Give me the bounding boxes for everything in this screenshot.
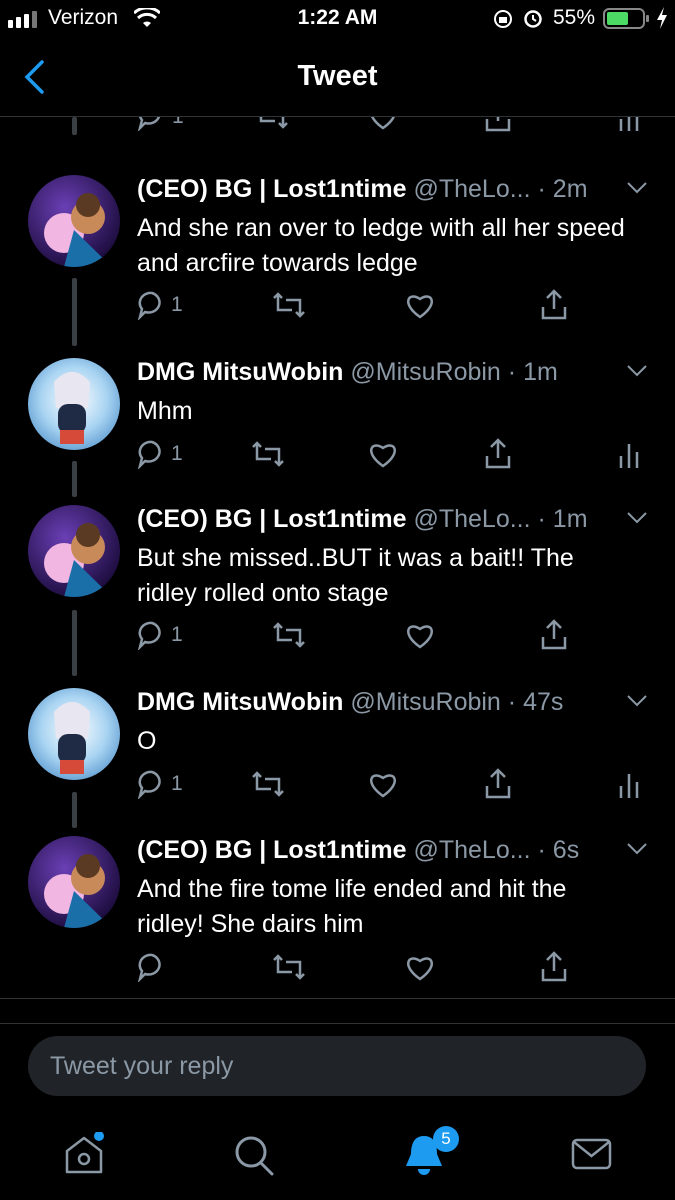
- avatar[interactable]: [28, 358, 120, 450]
- avatar[interactable]: [28, 836, 120, 928]
- avatar-image: [28, 688, 120, 780]
- tweet-text: But she missed..BUT it was a bait!! The …: [137, 544, 574, 607]
- tweet-time: 2m: [552, 175, 588, 203]
- reply-icon[interactable]: [137, 290, 167, 320]
- share-icon[interactable]: [540, 289, 568, 321]
- tweet-text: O: [137, 727, 157, 755]
- tab-home[interactable]: [62, 1131, 106, 1176]
- reply-count: 1: [172, 117, 184, 129]
- share-icon[interactable]: [540, 951, 568, 983]
- author-handle[interactable]: @TheLo...: [413, 175, 530, 203]
- author-handle[interactable]: @MitsuRobin: [350, 358, 500, 386]
- like-icon[interactable]: [368, 117, 398, 131]
- share-icon[interactable]: [484, 117, 512, 133]
- charging-icon: [657, 7, 667, 29]
- avatar-image: [28, 836, 120, 928]
- battery-icon: [603, 8, 649, 29]
- chevron-down-icon[interactable]: [626, 181, 648, 195]
- reply-count: 1: [171, 772, 183, 795]
- reply-icon[interactable]: [137, 952, 167, 982]
- retweet-icon[interactable]: [251, 769, 285, 799]
- author-handle[interactable]: @TheLo...: [413, 836, 530, 864]
- status-bar: Verizon 1:22 AM 55%: [0, 0, 675, 38]
- divider: [0, 998, 675, 1024]
- avatar-image: [28, 505, 120, 597]
- reply-input[interactable]: [28, 1036, 646, 1096]
- author-handle[interactable]: @TheLo...: [413, 505, 530, 533]
- page-title: Tweet: [297, 60, 378, 92]
- alarm-icon: [524, 10, 542, 28]
- author-handle[interactable]: @MitsuRobin: [350, 688, 500, 716]
- tweet-actions: 1: [0, 768, 675, 800]
- avatar[interactable]: [28, 175, 120, 267]
- reply-count: 1: [171, 623, 183, 646]
- like-icon[interactable]: [405, 620, 435, 650]
- retweet-icon[interactable]: [272, 620, 306, 650]
- chevron-down-icon[interactable]: [626, 842, 648, 856]
- share-icon[interactable]: [540, 619, 568, 651]
- like-icon[interactable]: [368, 769, 398, 799]
- author-name[interactable]: (CEO) BG | Lost1ntime: [137, 836, 407, 864]
- tweet-text: And the fire tome life ended and hit the…: [137, 875, 567, 938]
- tweet-actions: [0, 951, 675, 983]
- share-icon[interactable]: [484, 438, 512, 470]
- reply-count: 1: [171, 442, 183, 465]
- tweet-time: 1m: [552, 505, 588, 533]
- reply-icon[interactable]: [137, 620, 167, 650]
- reply-count: 1: [171, 293, 183, 316]
- author-name[interactable]: DMG MitsuWobin: [137, 688, 343, 716]
- like-icon[interactable]: [405, 952, 435, 982]
- author-name[interactable]: (CEO) BG | Lost1ntime: [137, 505, 407, 533]
- chevron-down-icon[interactable]: [626, 511, 648, 525]
- retweet-icon[interactable]: [272, 290, 306, 320]
- tweet-time: 47s: [523, 688, 564, 716]
- chevron-down-icon[interactable]: [626, 364, 648, 378]
- tweet-actions: 1: [0, 619, 675, 651]
- reply-icon[interactable]: [137, 769, 167, 799]
- retweet-icon[interactable]: [251, 439, 285, 469]
- tab-search[interactable]: [232, 1132, 276, 1176]
- share-icon[interactable]: [484, 768, 512, 800]
- chevron-down-icon[interactable]: [626, 694, 648, 708]
- messages-icon: [571, 1138, 612, 1170]
- reply-icon[interactable]: [137, 439, 167, 469]
- analytics-icon[interactable]: [618, 438, 640, 470]
- author-name[interactable]: DMG MitsuWobin: [137, 358, 343, 386]
- reply-icon[interactable]: [137, 117, 167, 131]
- battery-percent: 55%: [553, 6, 596, 29]
- nav-bar: Tweet: [0, 40, 675, 117]
- tab-messages[interactable]: [570, 1132, 614, 1176]
- partial-tweet-actions: 1: [0, 117, 675, 135]
- like-icon[interactable]: [368, 439, 398, 469]
- avatar-image: [28, 175, 120, 267]
- retweet-icon[interactable]: [272, 952, 306, 982]
- analytics-icon[interactable]: [618, 768, 640, 800]
- notifications-badge: 5: [433, 1126, 459, 1152]
- tweet-actions: 1: [0, 438, 675, 470]
- home-icon: [65, 1131, 104, 1174]
- like-icon[interactable]: [405, 290, 435, 320]
- analytics-icon[interactable]: [618, 117, 640, 133]
- tweet-text: And she ran over to ledge with all her s…: [137, 214, 625, 277]
- tweet-time: 6s: [552, 836, 580, 864]
- author-name[interactable]: (CEO) BG | Lost1ntime: [137, 175, 407, 203]
- tweet-actions: 1: [0, 289, 675, 321]
- tweet-text: Mhm: [137, 397, 193, 425]
- tweet-time: 1m: [523, 358, 558, 386]
- avatar-image: [28, 358, 120, 450]
- search-icon: [235, 1136, 274, 1176]
- avatar[interactable]: [28, 505, 120, 597]
- rotation-lock-icon: [494, 10, 512, 28]
- avatar[interactable]: [28, 688, 120, 780]
- retweet-icon[interactable]: [255, 117, 289, 131]
